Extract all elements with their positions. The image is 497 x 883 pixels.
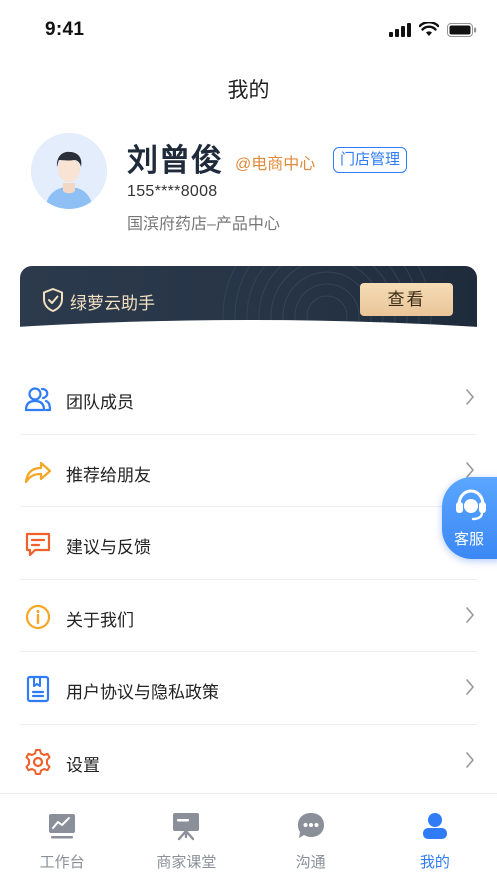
profile-phone: 155****8008: [127, 183, 218, 200]
feedback-icon: [25, 532, 51, 557]
menu-item-label: 建议与反馈: [66, 538, 151, 557]
chevron-right-icon: [466, 461, 474, 478]
menu-item-label: 推荐给朋友: [66, 465, 151, 485]
tab-chat[interactable]: 沟通: [249, 794, 373, 883]
profile-name: 刘曾俊: [127, 143, 223, 178]
headset-icon: [456, 489, 486, 521]
profile-icon: [422, 813, 447, 839]
agreement-icon: [26, 675, 50, 703]
chevron-right-icon: [466, 606, 474, 623]
tab-classroom[interactable]: 商家课堂: [124, 794, 248, 883]
chevron-right-icon: [466, 389, 474, 405]
menu-item-feedback[interactable]: 建议与反馈: [20, 507, 477, 580]
profile-store: 国滨府药店–产品中心: [127, 216, 280, 233]
tab-label: 沟通: [295, 854, 326, 871]
share-icon: [24, 461, 52, 483]
menu-item-about[interactable]: 关于我们: [20, 580, 477, 652]
status-bar: 9:41: [0, 0, 497, 58]
menu-item-recommend[interactable]: 推荐给朋友: [20, 435, 477, 507]
info-icon: [25, 604, 51, 629]
assistant-title: 绿萝云助手: [70, 294, 155, 313]
tab-bar: 工作台 商家课堂 沟通 我的: [0, 793, 497, 883]
status-time: 9:41: [45, 19, 85, 40]
wifi-icon: [419, 22, 439, 36]
menu-item-label: 团队成员: [66, 393, 134, 412]
menu-item-label: 设置: [66, 755, 100, 775]
status-icons: [389, 22, 477, 37]
chevron-right-icon: [466, 679, 474, 695]
card-divider-curve: [0, 320, 497, 358]
shield-icon: [43, 288, 63, 312]
settings-icon: [25, 748, 51, 775]
tab-mine[interactable]: 我的: [373, 794, 497, 883]
tab-label: 我的: [419, 854, 450, 871]
menu-item-settings[interactable]: 设置: [20, 725, 477, 798]
settings-menu: 团队成员 推荐给朋友 建议与反馈 关于我们 用户协议与隐私政策 设置: [20, 362, 477, 797]
signal-icon: [389, 22, 411, 37]
chat-icon: [297, 813, 324, 838]
dashboard-icon: [49, 814, 76, 839]
tab-workbench[interactable]: 工作台: [0, 794, 124, 883]
menu-item-agreement[interactable]: 用户协议与隐私政策: [20, 652, 477, 725]
customer-service-button[interactable]: 客服: [442, 477, 497, 559]
battery-icon: [447, 22, 477, 37]
page-title: 我的: [227, 79, 270, 102]
role-badge: 门店管理: [333, 147, 408, 173]
menu-item-label: 用户协议与隐私政策: [66, 683, 219, 702]
tab-label: 商家课堂: [156, 854, 217, 871]
classroom-icon: [173, 813, 200, 841]
tab-label: 工作台: [39, 854, 85, 871]
view-assistant-button[interactable]: 查看: [360, 283, 453, 316]
avatar[interactable]: [31, 133, 107, 209]
avatar-illustration: [31, 133, 107, 209]
menu-item-team-members[interactable]: 团队成员: [20, 362, 477, 435]
customer-service-label: 客服: [454, 531, 485, 548]
team-icon: [24, 387, 52, 412]
profile-department: @电商中心: [235, 156, 316, 173]
chevron-right-icon: [466, 751, 474, 768]
menu-item-label: 关于我们: [66, 610, 134, 630]
